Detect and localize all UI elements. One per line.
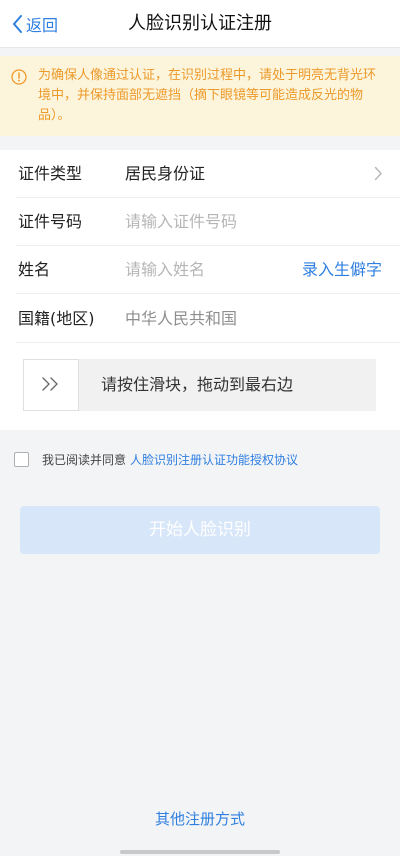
id-number-label: 证件号码 — [18, 212, 83, 231]
home-indicator — [120, 850, 280, 854]
divider — [16, 293, 400, 294]
rare-character-button[interactable]: 录入生僻字 — [302, 258, 382, 282]
agreement-row: 我已阅读并同意 人脸识别注册认证功能授权协议 — [14, 449, 298, 469]
id-number-row: 证件号码 请输入证件号码 — [0, 198, 400, 246]
slider-handle[interactable] — [23, 359, 79, 411]
nationality-label: 国籍(地区) — [18, 309, 95, 328]
name-input[interactable]: 请输入姓名 — [125, 258, 205, 282]
agreement-text: 我已阅读并同意 — [42, 452, 127, 467]
info-circle-icon — [11, 69, 27, 89]
registration-form: 证件类型 居民身份证 证件号码 请输入证件号码 姓名 请输入姓名 录入生僻字 国… — [0, 150, 400, 430]
nationality-row: 国籍(地区) 中华人民共和国 — [0, 295, 400, 343]
nav-bar: 返回 人脸识别认证注册 — [0, 0, 400, 48]
agreement-link[interactable]: 人脸识别注册认证功能授权协议 — [130, 451, 298, 468]
name-row: 姓名 请输入姓名 录入生僻字 — [0, 246, 400, 294]
notice-banner: 为确保人像通过认证，在识别过程中，请处于明亮无背光环境中，并保持面部无遮挡（摘下… — [0, 56, 400, 136]
slider-hint: 请按住滑块，拖动到最右边 — [101, 375, 294, 394]
id-type-value: 居民身份证 — [125, 164, 206, 183]
chevron-right-icon — [374, 166, 383, 185]
id-number-input[interactable]: 请输入证件号码 — [125, 210, 237, 234]
nationality-value: 中华人民共和国 — [125, 309, 238, 328]
id-type-row[interactable]: 证件类型 居民身份证 — [0, 150, 400, 198]
id-type-label: 证件类型 — [18, 164, 83, 183]
page-title: 人脸识别认证注册 — [128, 13, 272, 34]
start-face-recognition-button[interactable]: 开始人脸识别 — [20, 506, 380, 554]
agreement-checkbox[interactable] — [14, 451, 29, 467]
name-label: 姓名 — [18, 260, 51, 279]
other-register-link[interactable]: 其他注册方式 — [0, 808, 400, 830]
divider — [16, 342, 400, 343]
slider-captcha: 请按住滑块，拖动到最右边 — [23, 359, 376, 411]
double-chevron-right-icon — [41, 376, 61, 395]
notice-text: 为确保人像通过认证，在识别过程中，请处于明亮无背光环境中，并保持面部无遮挡（摘下… — [38, 68, 377, 123]
